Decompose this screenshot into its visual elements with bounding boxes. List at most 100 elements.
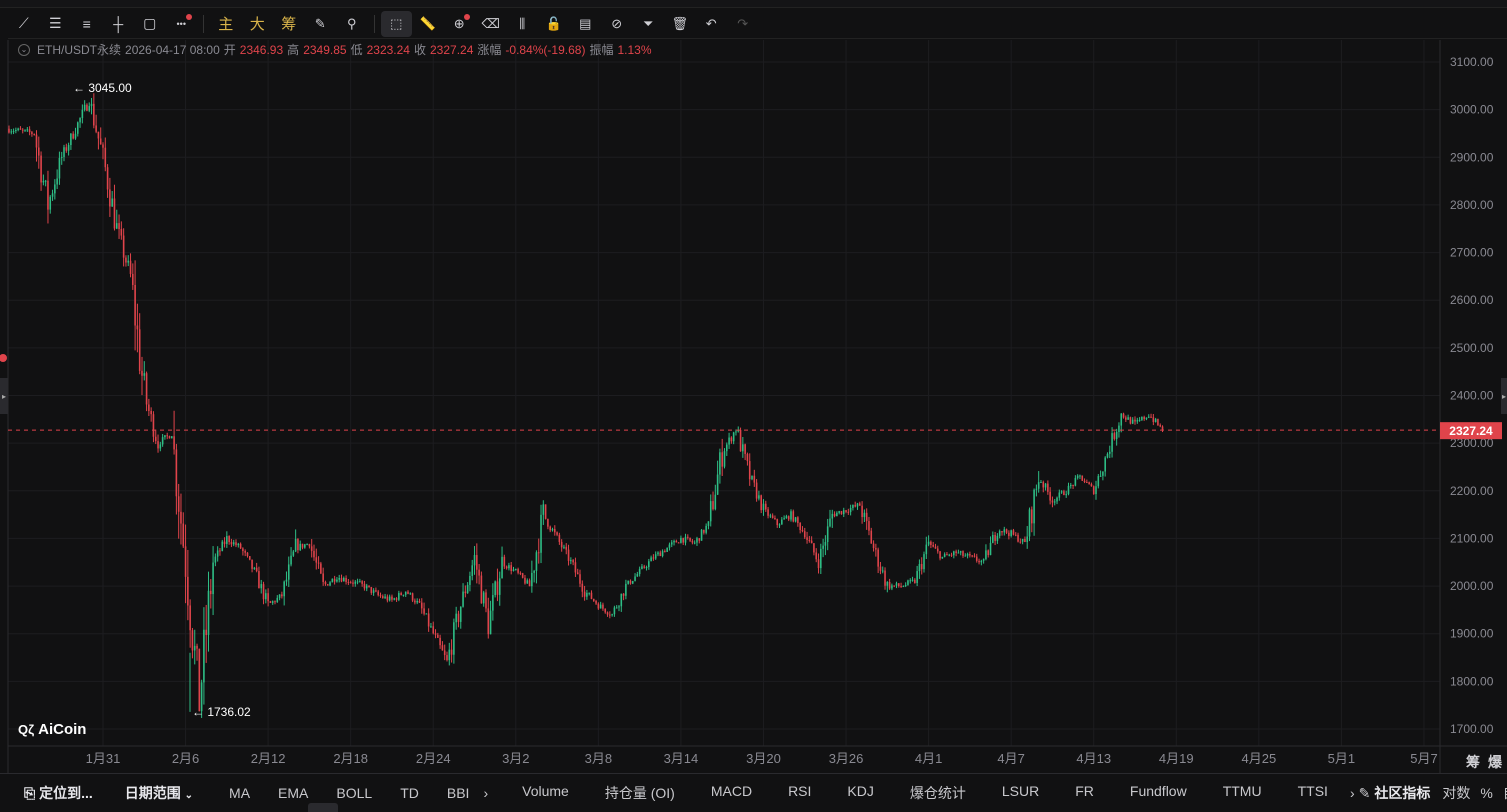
more-tools-icon[interactable]: ••• xyxy=(166,11,198,37)
candle-body xyxy=(33,133,35,135)
candle-body xyxy=(212,562,214,595)
x-tick-label: 1月31 xyxy=(86,751,121,766)
magnet-icon[interactable]: ⚲ xyxy=(336,11,368,37)
candle-body xyxy=(631,580,634,584)
candle-body xyxy=(1099,475,1102,477)
auto-scale-toggle[interactable]: 自动 xyxy=(1503,783,1507,803)
community-indicators-button[interactable]: 社区指标 xyxy=(1374,783,1442,803)
candle-body xyxy=(1104,457,1106,472)
notes-icon[interactable]: ▤ xyxy=(570,11,602,37)
sub-indicator-0[interactable]: Volume xyxy=(504,783,587,803)
sub-indicator-5[interactable]: 爆仓统计 xyxy=(892,783,984,803)
candle-body xyxy=(106,167,109,190)
candle-body xyxy=(297,538,299,551)
candle-body xyxy=(875,548,877,550)
parallel-lines-icon[interactable]: ☰ xyxy=(40,11,72,37)
candle-body xyxy=(86,104,88,111)
candle-body xyxy=(1092,486,1095,495)
main-indicator-ma[interactable]: MA xyxy=(215,785,264,801)
horizontal-lines-icon[interactable]: ≡ xyxy=(71,11,103,37)
candle-body xyxy=(480,575,483,604)
undo-icon[interactable]: ↶ xyxy=(696,11,728,37)
candle-body xyxy=(838,511,840,513)
date-range-dropdown[interactable]: 日期范围 ⌄ xyxy=(109,783,209,803)
main-indicator-boll[interactable]: BOLL xyxy=(322,785,386,801)
select-mode-icon[interactable]: ⬚ xyxy=(380,10,412,37)
candle-body xyxy=(244,551,246,553)
candle-body xyxy=(1021,538,1024,542)
candle-body xyxy=(375,590,377,592)
more-main-indicators-chevron-icon[interactable]: › xyxy=(483,785,504,801)
draw-edit-icon[interactable]: ✎ xyxy=(305,11,337,37)
candle-body xyxy=(1127,417,1129,420)
zoom-icon[interactable]: ⊕ xyxy=(444,11,476,37)
candle-body xyxy=(840,511,843,515)
more-sub-indicators-chevron-icon[interactable]: › xyxy=(1346,785,1359,801)
collapse-icon[interactable]: ⌄ xyxy=(18,43,30,56)
candle-body xyxy=(437,634,439,638)
candle-body xyxy=(1012,530,1015,535)
main-tool-button-0[interactable]: 主 xyxy=(210,11,242,37)
candle-body xyxy=(28,129,31,133)
sub-indicator-2[interactable]: MACD xyxy=(693,783,770,803)
candle-body xyxy=(258,571,260,589)
candle-body xyxy=(985,550,987,560)
candle-body xyxy=(1108,451,1111,454)
main-indicator-td[interactable]: TD xyxy=(386,785,433,801)
sub-indicator-1[interactable]: 持仓量 (OI) xyxy=(587,783,693,803)
trend-line-icon[interactable]: ⟋ xyxy=(8,11,40,37)
lock-icon[interactable]: 🔓 xyxy=(538,11,570,37)
main-indicator-bbi[interactable]: BBI xyxy=(433,785,484,801)
candle-body xyxy=(707,521,710,526)
candle-body xyxy=(1102,471,1104,476)
candle-body xyxy=(987,550,990,556)
horizontal-ray-icon[interactable]: ┼ xyxy=(103,11,135,37)
log-scale-toggle[interactable]: 对数 xyxy=(1442,783,1480,803)
candle-body xyxy=(996,535,999,541)
percent-scale-toggle[interactable]: % xyxy=(1480,785,1502,801)
sub-indicator-9[interactable]: TTMU xyxy=(1205,783,1280,803)
sub-indicator-3[interactable]: RSI xyxy=(770,783,829,803)
redo-icon[interactable]: ↷ xyxy=(727,11,759,37)
main-tool-button-1[interactable]: 大 xyxy=(242,11,274,37)
candle-body xyxy=(398,593,400,600)
ruler-icon[interactable]: 📏 xyxy=(412,11,444,37)
candle-body xyxy=(356,581,359,583)
edit-icon[interactable]: ✎ xyxy=(1359,785,1375,802)
eraser-icon[interactable]: ⌫ xyxy=(475,11,507,37)
candle-body xyxy=(638,568,641,575)
low-value: 2323.24 xyxy=(366,42,410,57)
candle-body xyxy=(287,564,290,580)
locate-to-button[interactable]: ⎘ 定位到... xyxy=(0,783,109,803)
candle-body xyxy=(214,556,217,563)
trash-icon[interactable]: 🗑 xyxy=(664,11,696,37)
candle-body xyxy=(51,193,54,197)
candles-icon[interactable]: ⫼ xyxy=(507,11,539,37)
candle-body xyxy=(888,582,891,589)
scroll-handle[interactable] xyxy=(308,803,338,812)
sub-indicator-8[interactable]: Fundflow xyxy=(1112,783,1205,803)
sub-indicator-4[interactable]: KDJ xyxy=(829,783,891,803)
link-icon[interactable]: ⊘ xyxy=(601,11,633,37)
filter-icon[interactable]: ⏷ xyxy=(633,11,665,37)
candle-body xyxy=(629,580,632,584)
main-tool-button-2[interactable]: 筹 xyxy=(273,11,305,37)
rectangle-icon[interactable]: ▢ xyxy=(134,11,166,37)
candle-body xyxy=(363,583,366,589)
candle-body xyxy=(870,530,873,544)
candle-body xyxy=(762,503,765,511)
left-panel-toggle[interactable]: ▸ xyxy=(0,378,8,414)
candle-body xyxy=(606,612,609,615)
sub-indicator-7[interactable]: FR xyxy=(1057,783,1112,803)
sub-indicator-10[interactable]: TTSI xyxy=(1280,783,1346,803)
candle-body xyxy=(12,131,15,133)
candle-body xyxy=(203,629,205,683)
main-indicator-ema[interactable]: EMA xyxy=(264,785,322,801)
candle-body xyxy=(391,596,393,600)
candlestick-chart[interactable]: 1700.00 1800.00 1900.00 2000.00 2100.00 2200.… xyxy=(0,40,1507,773)
right-panel-toggle[interactable]: ▸ xyxy=(1501,378,1507,414)
candle-body xyxy=(721,452,723,467)
x-tick-label: 4月1 xyxy=(915,751,942,766)
candle-body xyxy=(189,605,191,631)
sub-indicator-6[interactable]: LSUR xyxy=(984,783,1057,803)
